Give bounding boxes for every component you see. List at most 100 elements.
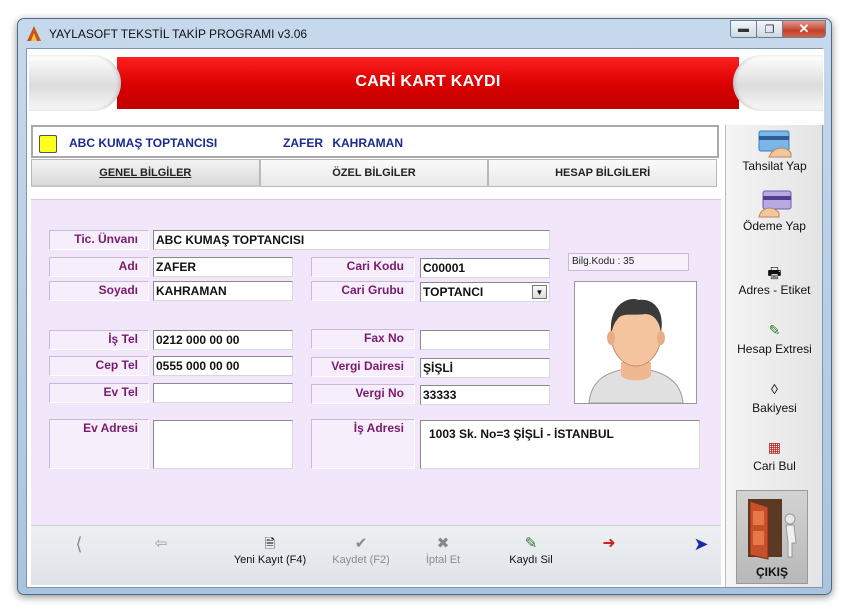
banner-left-cap — [29, 55, 121, 111]
exit-button[interactable]: ÇIKIŞ — [736, 490, 808, 584]
record-info-bar: ABC KUMAŞ TOPTANCISI ZAFER KAHRAMAN — [31, 125, 719, 158]
tahsilat-label: Tahsilat Yap — [742, 159, 807, 173]
ev-adresi-field[interactable] — [153, 420, 293, 469]
fax-no-field[interactable] — [420, 330, 550, 350]
extre-label: Hesap Extresi — [737, 342, 812, 356]
avatar[interactable] — [574, 281, 697, 404]
adi-label: Adı — [49, 257, 149, 277]
last-record-icon: ➤ — [693, 534, 709, 554]
statement-icon: ✎ — [768, 322, 781, 338]
is-adresi-label: İş Adresi — [311, 419, 415, 469]
delete-label: Kaydı Sil — [509, 554, 553, 566]
tab-genel-bilgiler[interactable]: GENEL BİLGİLER — [31, 159, 260, 187]
tic-unvani-field[interactable]: ABC KUMAŞ TOPTANCISI — [153, 230, 550, 250]
person-silhouette-icon — [588, 299, 684, 404]
cari-grubu-label: Cari Grubu — [311, 281, 415, 301]
cancel-label: İptal Et — [425, 554, 461, 566]
previous-record-icon: ⇦ — [154, 535, 168, 552]
vergi-dairesi-label: Vergi Dairesi — [311, 357, 415, 377]
vergi-no-field[interactable]: 33333 — [420, 385, 550, 405]
exit-label: ÇIKIŞ — [755, 565, 788, 579]
odeme-yap-button[interactable]: Ödeme Yap — [726, 189, 823, 233]
window-title: YAYLASOFT TEKSTİL TAKİP PROGRAMI v3.06 — [49, 27, 308, 41]
soyadi-label: Soyadı — [49, 281, 149, 301]
cari-bul-button[interactable]: ▦ Cari Bul — [726, 439, 823, 473]
banner-right-cap — [733, 55, 823, 111]
header-banner: CARİ KART KAYDI — [27, 49, 824, 125]
eraser-icon: ◊ — [771, 381, 778, 397]
first-record-button[interactable]: ⟨ — [59, 534, 99, 578]
previous-record-button[interactable]: ⇦ — [141, 534, 181, 578]
title-bar: YAYLASOFT TEKSTİL TAKİP PROGRAMI v3.06 ▬… — [18, 19, 831, 48]
restore-icon: ❐ — [764, 23, 775, 36]
adi-field[interactable]: ZAFER — [153, 257, 293, 277]
hesap-extresi-button[interactable]: ✎ Hesap Extresi — [726, 322, 823, 356]
info-company-name: ABC KUMAŞ TOPTANCISI — [69, 136, 218, 150]
new-record-button[interactable]: 🗎 Yeni Kayıt (F4) — [229, 534, 311, 578]
tahsilat-yap-button[interactable]: Tahsilat Yap — [726, 129, 823, 173]
status-indicator — [39, 135, 57, 153]
tab-ozel-bilgiler[interactable]: ÖZEL BİLGİLER — [259, 159, 489, 187]
tab-label: HESAP BİLGİLERİ — [555, 167, 651, 179]
checkmark-icon: ✔ — [354, 535, 368, 552]
cari-kodu-field[interactable]: C00001 — [420, 258, 550, 278]
cari-grubu-value: TOPTANCI — [423, 285, 484, 299]
tic-unvani-label: Tic. Ünvanı — [49, 230, 149, 250]
ev-tel-field[interactable] — [153, 383, 293, 403]
delete-record-icon: ✎ — [524, 535, 538, 552]
save-button[interactable]: ✔ Kaydet (F2) — [323, 534, 399, 578]
close-icon: ✕ — [798, 21, 810, 36]
soyadi-field[interactable]: KAHRAMAN — [153, 281, 293, 301]
payment-card-icon — [757, 190, 791, 218]
ev-tel-label: Ev Tel — [49, 383, 149, 403]
minimize-button[interactable]: ▬ — [730, 20, 757, 38]
is-tel-label: İş Tel — [49, 330, 149, 350]
tab-hesap-bilgileri[interactable]: HESAP BİLGİLERİ — [488, 159, 718, 187]
is-tel-field[interactable]: 0212 000 00 00 — [153, 330, 293, 350]
save-label: Kaydet (F2) — [332, 554, 390, 566]
bul-label: Cari Bul — [753, 459, 796, 473]
new-record-label: Yeni Kayıt (F4) — [233, 554, 307, 566]
odeme-label: Ödeme Yap — [743, 219, 806, 233]
vergi-no-label: Vergi No — [311, 384, 415, 404]
fax-no-label: Fax No — [311, 329, 415, 349]
credit-card-icon — [758, 130, 791, 158]
cancel-button[interactable]: ✖ İptal Et — [413, 534, 473, 578]
record-toolbar: ⟨ ⇦ 🗎 Yeni Kayıt (F4) ✔ Kaydet (F2) ✖ İp… — [31, 525, 721, 585]
restore-button[interactable]: ❐ — [756, 20, 783, 38]
bakiye-label: Bakiyesi — [752, 401, 797, 415]
cross-icon: ✖ — [436, 535, 450, 552]
cari-grubu-select[interactable]: TOPTANCI ▼ — [420, 282, 550, 302]
minimize-icon: ▬ — [738, 23, 749, 35]
adres-etiket-button[interactable]: 🖶 Adres - Etiket — [726, 263, 823, 297]
app-logo-icon — [27, 26, 41, 41]
is-adresi-field[interactable]: 1003 Sk. No=3 ŞİŞLİ - İSTANBUL — [420, 420, 700, 469]
bilg-kodu-display: Bilg.Kodu : 35 — [568, 253, 689, 271]
calendar-search-icon: ▦ — [767, 439, 782, 455]
delete-record-button[interactable]: ✎ Kaydı Sil — [499, 534, 563, 578]
printer-icon: 🖶 — [767, 265, 782, 282]
close-button[interactable]: ✕ — [782, 20, 826, 38]
page-title: CARİ KART KAYDI — [355, 73, 501, 90]
tab-label: ÖZEL BİLGİLER — [332, 167, 416, 179]
chevron-down-icon[interactable]: ▼ — [532, 285, 547, 299]
right-sidebar: Tahsilat Yap Ödeme Yap 🖶 Adres - Etiket … — [725, 125, 822, 587]
cep-tel-field[interactable]: 0555 000 00 00 — [153, 356, 293, 376]
last-record-button[interactable]: ➤ — [681, 534, 721, 578]
cep-tel-label: Cep Tel — [49, 356, 149, 376]
info-person-name: ZAFER KAHRAMAN — [283, 136, 403, 150]
vergi-dairesi-field[interactable]: ŞİŞLİ — [420, 358, 550, 378]
ev-adresi-label: Ev Adresi — [49, 419, 149, 469]
next-record-icon: ➜ — [602, 535, 616, 552]
app-window: YAYLASOFT TEKSTİL TAKİP PROGRAMI v3.06 ▬… — [17, 18, 832, 595]
first-record-icon: ⟨ — [75, 534, 83, 554]
tab-label: GENEL BİLGİLER — [99, 167, 192, 179]
exit-door-icon — [748, 499, 797, 560]
client-area: CARİ KART KAYDI ABC KUMAŞ TOPTANCISI ZAF… — [26, 48, 824, 588]
new-document-icon: 🗎 — [264, 536, 276, 551]
cari-kodu-label: Cari Kodu — [311, 257, 415, 277]
next-record-button[interactable]: ➜ — [589, 534, 629, 578]
bakiyesi-button[interactable]: ◊ Bakiyesi — [726, 381, 823, 415]
tab-bar: GENEL BİLGİLER ÖZEL BİLGİLER HESAP BİLGİ… — [31, 159, 718, 187]
adres-label: Adres - Etiket — [738, 283, 811, 297]
